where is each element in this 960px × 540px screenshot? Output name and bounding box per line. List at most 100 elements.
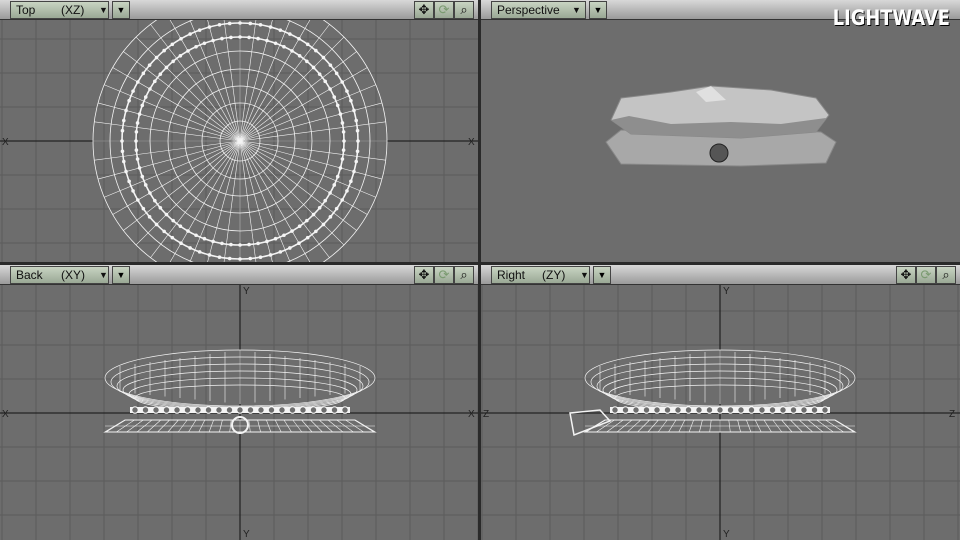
- vertex: [352, 108, 356, 113]
- vertex: [179, 37, 183, 41]
- band-vertex: [695, 406, 703, 414]
- vertex: [338, 112, 343, 116]
- vertex: [238, 35, 242, 39]
- vertex: [341, 148, 346, 152]
- vertex: [340, 198, 344, 202]
- band-vertex: [278, 406, 286, 414]
- viewport-header: Right (ZY) ▼ ▼ ✥ ⟳ ⌕: [481, 265, 960, 285]
- vertex: [171, 218, 175, 223]
- axis-label: Y: [243, 529, 250, 540]
- view-type-dropdown[interactable]: Perspective ▼: [491, 0, 586, 19]
- render-mode-dropdown[interactable]: ▼: [588, 0, 607, 19]
- vertex: [121, 118, 126, 123]
- wire-spoke: [94, 121, 241, 142]
- band-vertex: [674, 406, 682, 414]
- view-type-dropdown[interactable]: Top (XZ) ▼: [10, 0, 109, 19]
- vertex: [162, 48, 166, 53]
- zoom-icon[interactable]: ⌕: [936, 265, 956, 284]
- viewport-right[interactable]: Right (ZY) ▼ ▼ ✥ ⟳ ⌕ Y Y Z Z: [481, 265, 960, 540]
- vertex: [153, 79, 157, 84]
- vertex: [311, 65, 316, 70]
- band-vertex: [162, 406, 171, 414]
- band-vertex: [768, 406, 777, 414]
- rotate-icon[interactable]: ⟳: [434, 265, 454, 284]
- vertex: [121, 159, 126, 164]
- vertex: [248, 21, 253, 26]
- vertex: [170, 42, 175, 47]
- vertex: [321, 222, 326, 227]
- move-icon[interactable]: ✥: [414, 265, 434, 284]
- view-type-dropdown[interactable]: Right (ZY) ▼: [491, 265, 590, 284]
- vertex: [256, 241, 260, 246]
- axis-label: X: [2, 137, 9, 148]
- vertex: [238, 21, 242, 25]
- vertex: [238, 257, 242, 261]
- viewport-top[interactable]: Top (XZ) ▼ ▼ ✥ ⟳ ⌕ X X: [0, 0, 478, 262]
- vertex: [341, 130, 346, 134]
- vertex: [143, 183, 148, 187]
- chevron-down-icon: ▼: [99, 269, 108, 280]
- vertex: [179, 241, 183, 245]
- vertex: [202, 236, 207, 241]
- vertex: [158, 206, 163, 210]
- vertex: [323, 198, 327, 203]
- vertex: [335, 103, 340, 108]
- vertex: [164, 212, 169, 217]
- vertex: [340, 80, 344, 84]
- vertex: [136, 198, 140, 202]
- vertex: [282, 44, 286, 49]
- axis-label: X: [2, 409, 9, 420]
- zoom-icon[interactable]: ⌕: [454, 265, 474, 284]
- vertex: [258, 255, 263, 260]
- band-vertex: [152, 406, 160, 414]
- vertex: [248, 256, 253, 261]
- vertex: [278, 28, 283, 32]
- landing-gear: [569, 409, 612, 437]
- vertex: [290, 229, 294, 233]
- move-icon[interactable]: ✥: [414, 0, 434, 19]
- vertex: [154, 222, 159, 227]
- vertex: [127, 179, 131, 184]
- vertex: [247, 242, 251, 247]
- right-wireframe: Y Y Z Z: [481, 285, 960, 540]
- vertex: [297, 54, 302, 58]
- vertex: [314, 48, 318, 53]
- vertex: [154, 55, 159, 60]
- zoom-icon[interactable]: ⌕: [454, 0, 474, 19]
- move-icon[interactable]: ✥: [896, 265, 916, 284]
- vertex: [305, 59, 309, 64]
- axis-label: Y: [243, 286, 250, 297]
- band-vertex: [737, 406, 745, 414]
- view-type-dropdown[interactable]: Back (XY) ▼: [10, 265, 109, 284]
- axis-label: X: [468, 137, 475, 148]
- band-vertex: [246, 406, 255, 414]
- vertex: [349, 98, 353, 103]
- viewport-perspective[interactable]: Perspective ▼ ▼ LIGHTWAVE: [481, 0, 960, 262]
- perspective-render: [605, 85, 837, 167]
- vertex: [147, 63, 152, 67]
- wire-spoke: [112, 67, 241, 142]
- band-vertex: [225, 406, 234, 414]
- vertex: [305, 218, 309, 223]
- render-mode-dropdown[interactable]: ▼: [592, 265, 611, 284]
- vertex: [288, 32, 292, 36]
- vertex: [229, 35, 233, 40]
- band-vertex: [800, 406, 808, 414]
- band-vertex: [726, 406, 735, 414]
- axis-label: X: [468, 409, 475, 420]
- viewport-back[interactable]: Back (XY) ▼ ▼ ✥ ⟳ ⌕ Y Y X X: [0, 265, 478, 540]
- vertex: [332, 95, 337, 99]
- vertex: [171, 59, 175, 64]
- vertex: [153, 198, 157, 203]
- render-mode-dropdown[interactable]: ▼: [111, 265, 130, 284]
- render-mode-dropdown[interactable]: ▼: [111, 0, 130, 19]
- vertex: [334, 206, 339, 211]
- vertex: [352, 169, 356, 174]
- band-vertex: [653, 406, 661, 414]
- chevron-down-icon: ▼: [572, 4, 581, 15]
- vertex: [247, 35, 251, 40]
- rotate-icon[interactable]: ⟳: [434, 0, 454, 19]
- chevron-down-icon: ▼: [99, 4, 108, 15]
- rotate-icon[interactable]: ⟳: [916, 265, 936, 284]
- vertex: [342, 139, 346, 143]
